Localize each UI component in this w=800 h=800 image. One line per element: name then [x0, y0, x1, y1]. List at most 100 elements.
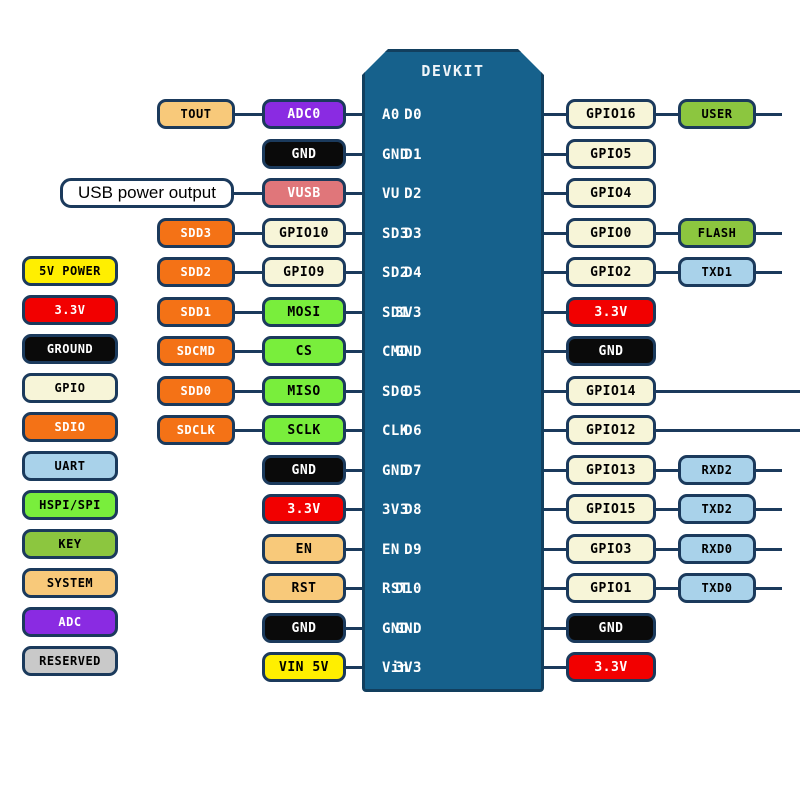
pin-label: GPIO0	[590, 225, 632, 241]
pin-left-inner-cs-6[interactable]: CS	[262, 336, 346, 366]
pin-right-inner-gpio13-9[interactable]: GPIO13	[566, 455, 656, 485]
wire-left-inner-14	[346, 666, 362, 669]
wire-right-inner-2	[544, 192, 566, 195]
wire-right-edge-0	[656, 390, 800, 393]
pin-left-inner-en-11[interactable]: EN	[262, 534, 346, 564]
pin-left-inner-miso-7[interactable]: MISO	[262, 376, 346, 406]
wire-right-inner-8	[544, 429, 566, 432]
legend-item-3-3v[interactable]: 3.3V	[22, 295, 118, 325]
pin-right-inner-gpio2-4[interactable]: GPIO2	[566, 257, 656, 287]
legend-item-gpio[interactable]: GPIO	[22, 373, 118, 403]
pin-right-outer-txd1[interactable]: TXD1	[678, 257, 756, 287]
pin-label: TXD0	[701, 581, 733, 595]
pin-left-inner-mosi-5[interactable]: MOSI	[262, 297, 346, 327]
pin-right-outer-flash[interactable]: FLASH	[678, 218, 756, 248]
pin-left-inner-vusb-2[interactable]: VUSB	[262, 178, 346, 208]
pin-left-outer-sdd3[interactable]: SDD3	[157, 218, 235, 248]
pin-label: MISO	[287, 383, 321, 399]
pin-left-inner-gnd-13[interactable]: GND	[262, 613, 346, 643]
board-pin-right-gnd: GND	[395, 621, 422, 637]
wire-left-inner-12	[346, 587, 362, 590]
pin-right-outer-rxd2[interactable]: RXD2	[678, 455, 756, 485]
wire-right-inner-0	[544, 113, 566, 116]
pin-left-inner-gpio9-4[interactable]: GPIO9	[262, 257, 346, 287]
wire-right-inner-7	[544, 390, 566, 393]
pin-right-inner-gpio1-12[interactable]: GPIO1	[566, 573, 656, 603]
board-pin-right-d7: D7	[404, 463, 422, 479]
wire-left-outer-4	[235, 350, 262, 353]
pin-right-inner-gpio14-7[interactable]: GPIO14	[566, 376, 656, 406]
pin-right-inner-3-3v-5[interactable]: 3.3V	[566, 297, 656, 327]
wire-right-stub-3	[756, 469, 782, 472]
pin-right-inner-gnd-6[interactable]: GND	[566, 336, 656, 366]
wire-left-inner-0	[346, 113, 362, 116]
pin-right-inner-gpio15-10[interactable]: GPIO15	[566, 494, 656, 524]
wire-left-outer-6	[235, 429, 262, 432]
pin-label: MOSI	[287, 304, 321, 320]
legend-item-adc[interactable]: ADC	[22, 607, 118, 637]
pin-left-outer-sdclk[interactable]: SDCLK	[157, 415, 235, 445]
pin-right-inner-3-3v-14[interactable]: 3.3V	[566, 652, 656, 682]
pin-left-inner-3-3v-10[interactable]: 3.3V	[262, 494, 346, 524]
wire-left-inner-13	[346, 627, 362, 630]
pin-label: SDCLK	[176, 423, 216, 437]
pin-label: HSPI/SPI	[39, 498, 101, 512]
legend-item-system[interactable]: SYSTEM	[22, 568, 118, 598]
board-pin-right-d6: D6	[404, 423, 422, 439]
pin-left-inner-sclk-8[interactable]: SCLK	[262, 415, 346, 445]
legend-item-sdio[interactable]: SDIO	[22, 412, 118, 442]
wire-left-inner-8	[346, 429, 362, 432]
pin-left-outer-sdd1[interactable]: SDD1	[157, 297, 235, 327]
wire-right-inner-10	[544, 508, 566, 511]
pin-left-inner-gpio10-3[interactable]: GPIO10	[262, 218, 346, 248]
pin-left-inner-rst-12[interactable]: RST	[262, 573, 346, 603]
pin-label: GPIO13	[586, 462, 636, 478]
pin-label: GPIO12	[586, 422, 636, 438]
pin-left-inner-vin-5v-14[interactable]: VIN 5V	[262, 652, 346, 682]
pin-right-inner-gpio5-1[interactable]: GPIO5	[566, 139, 656, 169]
legend-item-reserved[interactable]: RESERVED	[22, 646, 118, 676]
board-pin-right-d2: D2	[404, 186, 422, 202]
legend-item-key[interactable]: KEY	[22, 529, 118, 559]
board-pin-right-3v3: 3V3	[395, 305, 422, 321]
pin-right-inner-gnd-13[interactable]: GND	[566, 613, 656, 643]
pin-right-outer-txd0[interactable]: TXD0	[678, 573, 756, 603]
pin-label: GPIO9	[283, 264, 325, 280]
pin-label: 5V POWER	[39, 264, 101, 278]
pin-label: GND	[598, 620, 624, 636]
pin-left-inner-gnd-9[interactable]: GND	[262, 455, 346, 485]
pin-right-outer-user[interactable]: USER	[678, 99, 756, 129]
pin-label: GPIO3	[590, 541, 632, 557]
legend-item-ground[interactable]: GROUND	[22, 334, 118, 364]
pin-left-inner-adc0-0[interactable]: ADC0	[262, 99, 346, 129]
pin-label: TXD2	[701, 502, 733, 516]
pin-right-inner-gpio3-11[interactable]: GPIO3	[566, 534, 656, 564]
board-pin-right-d9: D9	[404, 542, 422, 558]
pin-right-outer-txd2[interactable]: TXD2	[678, 494, 756, 524]
legend-item-uart[interactable]: UART	[22, 451, 118, 481]
board-pin-right-d4: D4	[404, 265, 422, 281]
pin-left-outer-tout[interactable]: TOUT	[157, 99, 235, 129]
pin-right-inner-gpio16-0[interactable]: GPIO16	[566, 99, 656, 129]
wire-left-inner-7	[346, 390, 362, 393]
pin-right-inner-gpio4-2[interactable]: GPIO4	[566, 178, 656, 208]
pin-label: CS	[295, 343, 313, 359]
wire-right-outer-6	[656, 587, 678, 590]
wire-left-outer-2	[235, 271, 262, 274]
pin-label: GND	[291, 146, 317, 162]
pin-right-outer-rxd0[interactable]: RXD0	[678, 534, 756, 564]
wire-right-stub-1	[756, 232, 782, 235]
pin-label: TOUT	[180, 107, 212, 121]
pin-left-outer-sdcmd[interactable]: SDCMD	[157, 336, 235, 366]
pin-left-outer-sdd2[interactable]: SDD2	[157, 257, 235, 287]
legend-item-5v-power[interactable]: 5V POWER	[22, 256, 118, 286]
pin-right-inner-gpio0-3[interactable]: GPIO0	[566, 218, 656, 248]
legend-item-hspi-spi[interactable]: HSPI/SPI	[22, 490, 118, 520]
pin-label: TXD1	[701, 265, 733, 279]
pin-left-inner-gnd-1[interactable]: GND	[262, 139, 346, 169]
wire-right-outer-2	[656, 271, 678, 274]
pin-left-outer-sdd0[interactable]: SDD0	[157, 376, 235, 406]
pin-right-inner-gpio12-8[interactable]: GPIO12	[566, 415, 656, 445]
pin-label: SDD3	[180, 226, 212, 240]
wire-right-stub-6	[756, 587, 782, 590]
